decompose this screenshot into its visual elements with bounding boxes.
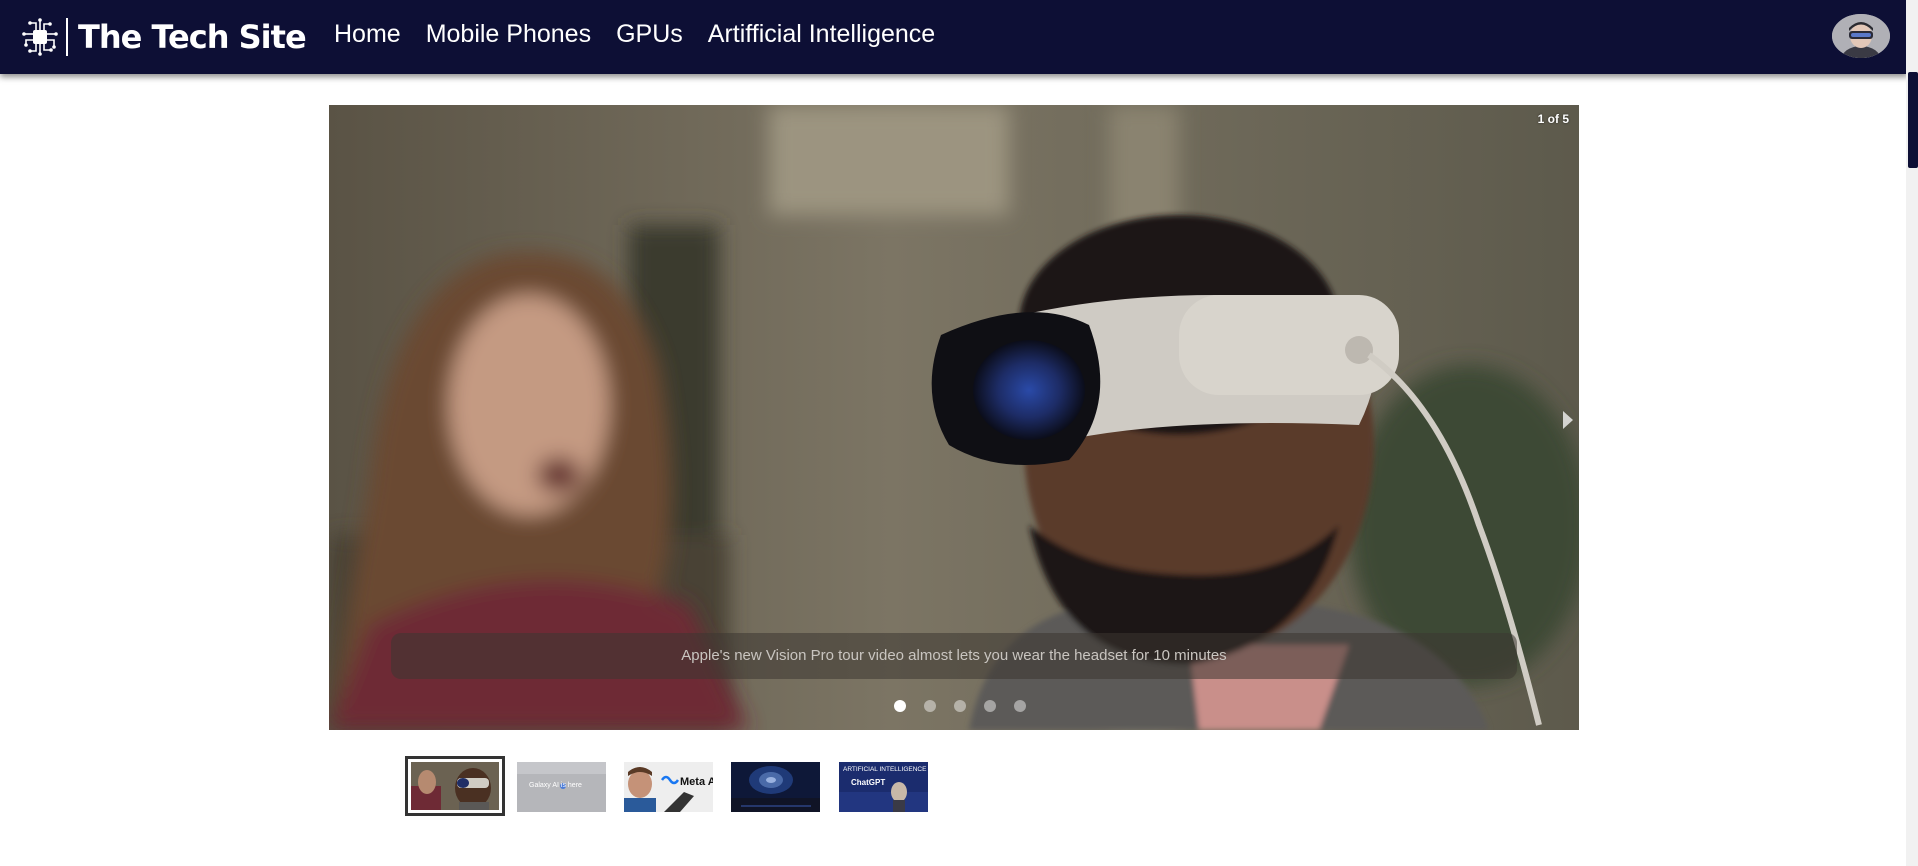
nav-link-mobile-phones[interactable]: Mobile Phones <box>426 20 591 49</box>
scrollbar-thumb[interactable] <box>1908 72 1918 168</box>
carousel-dot-3[interactable] <box>954 700 966 712</box>
carousel-dot-4[interactable] <box>984 700 996 712</box>
chatgpt-thumbnail-text: ChatGPT <box>851 778 886 787</box>
galaxy-ai-thumbnail-text: Galaxy AI is here <box>529 782 582 789</box>
carousel-dot-1[interactable] <box>894 700 906 712</box>
gpu-thumbnail-image <box>731 762 820 812</box>
main-nav: Home Mobile Phones GPUs Artifficial Inte… <box>334 20 935 49</box>
user-avatar-icon <box>1832 14 1890 58</box>
slide-caption[interactable]: Apple's new Vision Pro tour video almost… <box>391 633 1517 679</box>
carousel-indicators <box>329 700 1579 712</box>
user-avatar-button[interactable] <box>1832 14 1890 58</box>
carousel-dot-5[interactable] <box>1014 700 1026 712</box>
brand-title[interactable]: The Tech Site <box>78 18 307 56</box>
chatgpt-thumbnail[interactable]: ARTIFICIAL INTELLIGENCE ChatGPT <box>839 762 928 812</box>
brand-divider <box>66 18 68 56</box>
chatgpt-thumbnail-heading: ARTIFICIAL INTELLIGENCE <box>843 766 927 773</box>
top-navbar: The Tech Site Home Mobile Phones GPUs Ar… <box>0 0 1908 74</box>
nav-link-artificial-intelligence[interactable]: Artifficial Intelligence <box>708 20 935 49</box>
slide-counter: 1 of 5 <box>1537 112 1569 126</box>
chevron-right-icon[interactable] <box>1557 405 1579 435</box>
galaxy-ai-thumbnail[interactable]: Galaxy AI is here <box>517 762 606 812</box>
vision-pro-thumbnail[interactable] <box>405 756 505 816</box>
brand-logo-link[interactable]: The Tech Site <box>20 14 307 60</box>
gpu-thumbnail[interactable] <box>731 762 820 812</box>
meta-ai-thumbnail[interactable]: Meta AI <box>624 762 713 812</box>
vision-pro-thumbnail-image <box>411 762 499 810</box>
featured-carousel: 1 of 5 Apple's new Vision Pro tour video… <box>329 105 1579 730</box>
meta-ai-thumbnail-text: Meta AI <box>680 776 713 788</box>
circuit-chip-icon <box>22 18 58 56</box>
nav-link-gpus[interactable]: GPUs <box>616 20 683 49</box>
carousel-dot-2[interactable] <box>924 700 936 712</box>
nav-link-home[interactable]: Home <box>334 20 401 49</box>
